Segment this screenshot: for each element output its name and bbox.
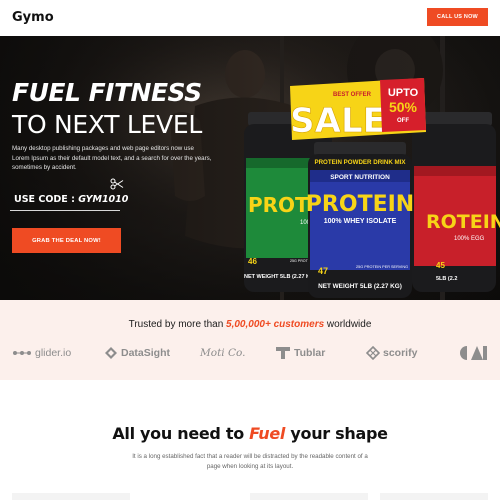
header: Gymo CALL US NOW (0, 0, 500, 36)
coupon-code: USE CODE : GYM1010 (14, 194, 128, 205)
blue-jar-line: SPORT NUTRITION (330, 174, 390, 181)
brand-logo-tublar: Tublar (275, 344, 325, 362)
section-heading-pre: All you need to (112, 424, 250, 443)
blue-jar-serving: 25G PROTEIN PER SERVING (356, 265, 408, 269)
trusted-section: Trusted by more than 5,00,000+ customers… (0, 300, 500, 380)
section-heading: All you need to Fuel your shape (0, 424, 500, 443)
brand-logo-scorify: scorify (366, 344, 417, 362)
hero-section: FUEL FITNESS TO NEXT LEVEL Many desktop … (0, 36, 500, 300)
scorify-icon (366, 346, 380, 360)
brand-name: glider.io (35, 347, 72, 359)
grab-deal-button[interactable]: GRAB THE DEAL NOW! (12, 228, 121, 253)
coupon-code-value[interactable]: GYM1010 (78, 194, 128, 205)
brand-name: DataSight (121, 347, 171, 359)
sale-badge: BEST OFFER SALE UPTO 50% OFF (290, 78, 426, 141)
brand-name: Tublar (294, 347, 326, 359)
brand-logo-motico: Moti Co. (200, 344, 246, 362)
scissors-icon (110, 178, 124, 190)
brand-logo-partial (459, 344, 489, 362)
blue-jar-name: PROTEIN (306, 192, 414, 217)
trusted-highlight: 5,00,000+ customers (226, 319, 325, 330)
best-offer-label: BEST OFFER (333, 92, 372, 98)
tublar-icon (276, 347, 290, 359)
green-jar-number: 46 (248, 257, 257, 266)
section-heading-post: your shape (285, 424, 388, 443)
off-label: OFF (397, 118, 409, 124)
datasight-icon (105, 347, 117, 359)
brand-name: Moti Co. (200, 347, 246, 359)
trusted-suffix: worldwide (324, 319, 372, 330)
glider-icon (13, 351, 31, 355)
brand-name: scorify (383, 347, 418, 359)
coupon-code-label: USE CODE : (14, 194, 79, 205)
section-heading-highlight: Fuel (249, 424, 286, 443)
blue-jar-weight: NET WEIGHT 5LB (2.27 KG) (318, 283, 402, 290)
brand-logo-glider: glider.io (12, 344, 71, 362)
blue-jar-sub: 100% WHEY ISOLATE (324, 218, 397, 225)
discount-percent: 50% (389, 99, 418, 115)
sale-label: SALE (290, 101, 386, 141)
green-jar-weight: NET WEIGHT 5LB (2.27 KG) (244, 274, 316, 280)
brand-logo-datasight: DataSight (104, 344, 170, 362)
trusted-prefix: Trusted by more than (128, 319, 227, 330)
red-jar-name: ROTEIN (426, 211, 500, 233)
blue-jar-top-label: PROTEIN POWDER DRINK MIX (314, 159, 406, 166)
section-description: It is a long established fact that a rea… (132, 453, 368, 470)
red-protein-jar: ROTEIN 100% EGG 45 5LB (2.2 (412, 112, 500, 292)
trusted-heading: Trusted by more than 5,00,000+ customers… (0, 319, 500, 330)
hero-description: Many desktop publishing packages and web… (12, 145, 212, 171)
protein-products-image: PROTEIN 100% 46 25G PROTEIN PER SERVING … (244, 78, 500, 298)
hero-title-line1: FUEL FITNESS (12, 78, 202, 107)
partial-brand-icon (460, 346, 487, 360)
hero-title-line2: TO NEXT LEVEL (12, 110, 202, 139)
call-us-button[interactable]: CALL US NOW (427, 8, 488, 26)
blue-jar-number: 47 (318, 266, 328, 276)
blue-protein-jar: PROTEIN POWDER DRINK MIX SPORT NUTRITION… (306, 142, 414, 298)
feature-card (12, 493, 130, 500)
red-jar-number: 45 (436, 261, 445, 270)
upto-label: UPTO (388, 87, 419, 99)
feature-card (380, 493, 488, 500)
landing-page: Gymo CALL US NOW FUEL FITNESS TO NEXT LE… (0, 0, 500, 500)
red-jar-sub: 100% EGG (454, 236, 485, 242)
feature-card (250, 493, 368, 500)
red-jar-weight: 5LB (2.2 (436, 276, 457, 282)
brand-logo[interactable]: Gymo (12, 10, 54, 25)
coupon-divider (10, 210, 120, 211)
